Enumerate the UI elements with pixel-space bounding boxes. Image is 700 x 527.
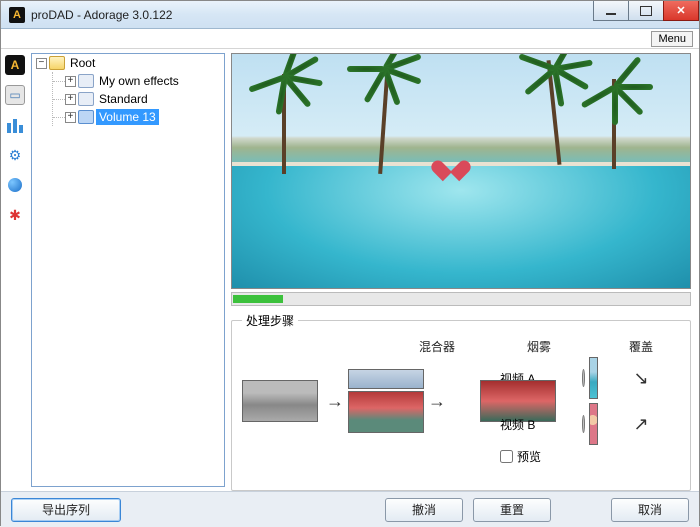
- export-sequence-button[interactable]: 导出序列: [11, 498, 121, 522]
- sidebar-icon-globe[interactable]: [5, 175, 25, 195]
- smoke-icon-thumbnail[interactable]: [348, 369, 424, 389]
- processing-steps-panel: 处理步骤 混合器 烟雾 覆盖 视频 A ↘ →: [231, 320, 691, 491]
- tree-node-standard[interactable]: + Standard: [53, 90, 224, 108]
- tree-label-selected: Volume 13: [96, 109, 159, 125]
- effects-tree[interactable]: − Root + My own effects + Standard +: [32, 54, 224, 126]
- tree-collapse-icon[interactable]: −: [36, 58, 47, 69]
- reset-button[interactable]: 重置: [473, 498, 551, 522]
- sidebar-icon-gear[interactable]: ⚙: [5, 145, 25, 165]
- video-b-source: 视频 B: [500, 416, 578, 433]
- preview-checkbox-label: 预览: [517, 448, 541, 465]
- tree-node-myeffects[interactable]: + My own effects: [53, 72, 224, 90]
- heart-overlay-icon: [438, 152, 464, 176]
- menu-bar: Menu: [1, 29, 699, 49]
- title-bar: A proDAD - Adorage 3.0.122: [1, 1, 699, 29]
- app-icon: A: [9, 7, 25, 23]
- video-a-thumbnail[interactable]: [589, 357, 598, 399]
- tree-label: Standard: [96, 91, 151, 107]
- effects-icon: [78, 74, 94, 88]
- tree-expand-icon[interactable]: +: [65, 94, 76, 105]
- film-reel-icon: [582, 369, 585, 387]
- window-title: proDAD - Adorage 3.0.122: [31, 8, 172, 22]
- sidebar-icon-strip: A ▭ ⚙ ✱: [1, 49, 29, 491]
- cancel-button[interactable]: 取消: [611, 498, 689, 522]
- maximize-button[interactable]: [628, 1, 664, 21]
- sidebar-icon-bars[interactable]: [5, 115, 25, 135]
- steps-title: 处理步骤: [242, 312, 298, 329]
- main-area: A ▭ ⚙ ✱ − Root + My own effects +: [1, 49, 699, 491]
- mixer-label: 混合器: [398, 338, 476, 355]
- arrow-icon: ↘: [602, 368, 680, 389]
- tree-expand-icon[interactable]: +: [65, 76, 76, 87]
- timeline-progress: [233, 295, 283, 303]
- arrow-icon: →: [398, 391, 476, 412]
- timeline-scrubber[interactable]: [231, 292, 691, 306]
- folder-icon: [49, 56, 65, 70]
- content-pane: 处理步骤 混合器 烟雾 覆盖 视频 A ↘ →: [229, 49, 699, 491]
- sidebar-icon-plugin[interactable]: ✱: [5, 205, 25, 225]
- menu-button[interactable]: Menu: [651, 31, 693, 47]
- sidebar-icon-panel[interactable]: ▭: [5, 85, 25, 105]
- tree-label: My own effects: [96, 73, 182, 89]
- preview-checkbox[interactable]: [500, 450, 513, 463]
- volume-icon: [78, 110, 94, 124]
- arrow-icon: ↗: [602, 414, 680, 435]
- minimize-button[interactable]: [593, 1, 629, 21]
- tree-node-volume13[interactable]: + Volume 13: [53, 108, 224, 126]
- sidebar-icon-logo[interactable]: A: [5, 55, 25, 75]
- film-reel-icon: [582, 415, 585, 433]
- video-b-label: 视频 B: [500, 416, 535, 433]
- bottom-toolbar: 导出序列 撤消 重置 取消: [1, 491, 699, 527]
- effects-tree-pane: − Root + My own effects + Standard +: [31, 53, 225, 487]
- overlay-label: 覆盖: [602, 338, 680, 355]
- window-controls: [594, 1, 699, 21]
- tree-node-root[interactable]: − Root: [32, 54, 224, 72]
- tree-label: Root: [67, 55, 98, 71]
- smoke-label: 烟雾: [500, 338, 578, 355]
- undo-button[interactable]: 撤消: [385, 498, 463, 522]
- effects-icon: [78, 92, 94, 106]
- preview-viewport[interactable]: [231, 53, 691, 289]
- tree-expand-icon[interactable]: +: [65, 112, 76, 123]
- close-button[interactable]: [663, 1, 699, 21]
- video-b-thumbnail[interactable]: [589, 403, 598, 445]
